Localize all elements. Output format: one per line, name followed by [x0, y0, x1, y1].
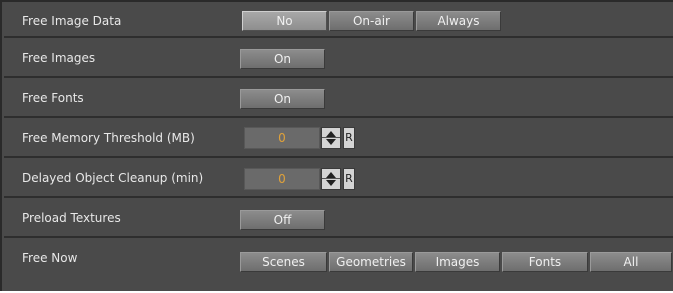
free-now-scenes-button[interactable]: Scenes	[240, 252, 327, 272]
free-memory-threshold-spinner[interactable]	[321, 127, 341, 149]
preload-textures-label: Preload Textures	[22, 211, 121, 225]
delayed-object-cleanup-spinner[interactable]	[321, 168, 341, 190]
free-image-data-no-button[interactable]: No	[242, 11, 327, 31]
delayed-object-cleanup-reset-button[interactable]: R	[343, 168, 355, 190]
delayed-object-cleanup-label: Delayed Object Cleanup (min)	[22, 171, 204, 185]
free-fonts-toggle-button[interactable]: On	[240, 89, 325, 109]
free-memory-threshold-reset-button[interactable]: R	[343, 127, 355, 149]
row-free-image-data: Free Image Data No On-air Always	[4, 2, 673, 38]
row-free-memory-threshold: Free Memory Threshold (MB) 0 R	[4, 118, 673, 158]
free-image-data-always-button[interactable]: Always	[416, 11, 501, 31]
row-preload-textures: Preload Textures Off	[4, 198, 673, 238]
row-free-images: Free Images On	[4, 38, 673, 78]
free-now-all-button[interactable]: All	[590, 252, 672, 272]
free-memory-threshold-label: Free Memory Threshold (MB)	[22, 131, 195, 145]
free-image-data-label: Free Image Data	[22, 14, 122, 28]
free-now-geometries-button[interactable]: Geometries	[329, 252, 413, 272]
row-free-now: Free Now Scenes Geometries Images Fonts …	[4, 238, 673, 293]
free-now-images-button[interactable]: Images	[415, 252, 500, 272]
spin-divider	[322, 137, 340, 138]
spin-divider	[322, 178, 340, 179]
spin-down-icon[interactable]	[326, 139, 336, 145]
free-images-label: Free Images	[22, 51, 96, 65]
free-memory-threshold-input[interactable]: 0	[244, 127, 320, 149]
free-now-fonts-button[interactable]: Fonts	[502, 252, 588, 272]
delayed-object-cleanup-input[interactable]: 0	[244, 168, 320, 190]
free-images-toggle-button[interactable]: On	[240, 49, 325, 69]
row-delayed-object-cleanup: Delayed Object Cleanup (min) 0 R	[4, 158, 673, 198]
spin-down-icon[interactable]	[326, 180, 336, 186]
free-image-data-on-air-button[interactable]: On-air	[329, 11, 414, 31]
free-fonts-label: Free Fonts	[22, 91, 84, 105]
free-now-label: Free Now	[22, 251, 78, 265]
memory-settings-panel: Free Image Data No On-air Always Free Im…	[0, 0, 673, 291]
preload-textures-toggle-button[interactable]: Off	[240, 210, 325, 230]
row-free-fonts: Free Fonts On	[4, 78, 673, 118]
